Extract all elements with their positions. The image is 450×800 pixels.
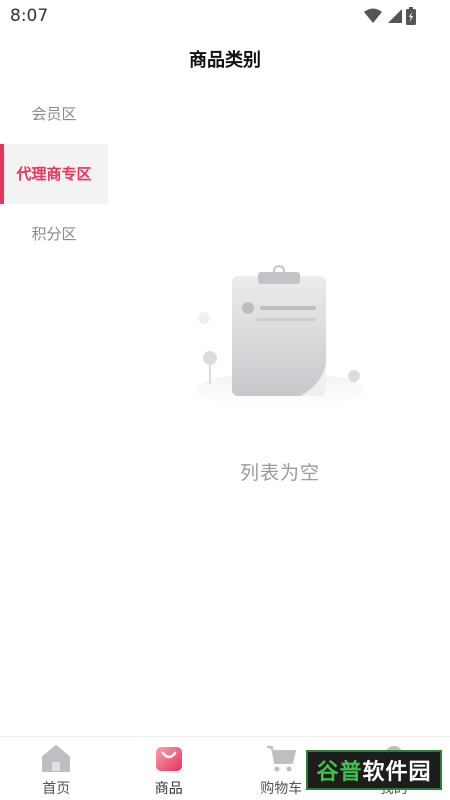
battery-icon — [406, 7, 416, 25]
tab-label: 首页 — [42, 781, 71, 797]
tab-home[interactable]: 首页 — [0, 737, 113, 800]
status-time: 8:07 — [10, 6, 49, 26]
sidebar-item-label: 积分区 — [31, 225, 77, 243]
tab-label: 商品 — [154, 781, 183, 797]
category-sidebar: 会员区 代理商专区 积分区 — [0, 84, 108, 264]
tab-label: 购物车 — [260, 781, 303, 797]
shopping-bag-icon — [154, 743, 184, 773]
sidebar-item-agent-zone[interactable]: 代理商专区 — [0, 144, 108, 204]
status-icons — [364, 7, 416, 25]
page-title: 商品类别 — [189, 50, 261, 71]
cart-icon — [266, 743, 297, 773]
status-bar: 8:07 — [0, 0, 450, 32]
wifi-icon — [364, 8, 382, 23]
sidebar-item-label: 会员区 — [31, 105, 77, 123]
watermark-logo: 谷普 软件园 — [306, 750, 442, 790]
watermark-accent-text: 谷普 — [316, 760, 363, 785]
sidebar-item-label: 代理商专区 — [16, 165, 92, 183]
sidebar-item-member-zone[interactable]: 会员区 — [0, 84, 108, 144]
watermark-main-text: 软件园 — [362, 760, 432, 785]
signal-icon — [388, 9, 402, 23]
empty-clipboard-icon — [196, 265, 364, 408]
home-icon — [41, 743, 71, 773]
sidebar-item-points-zone[interactable]: 积分区 — [0, 204, 108, 264]
empty-state-text: 列表为空 — [239, 462, 320, 484]
tab-goods[interactable]: 商品 — [113, 737, 226, 800]
